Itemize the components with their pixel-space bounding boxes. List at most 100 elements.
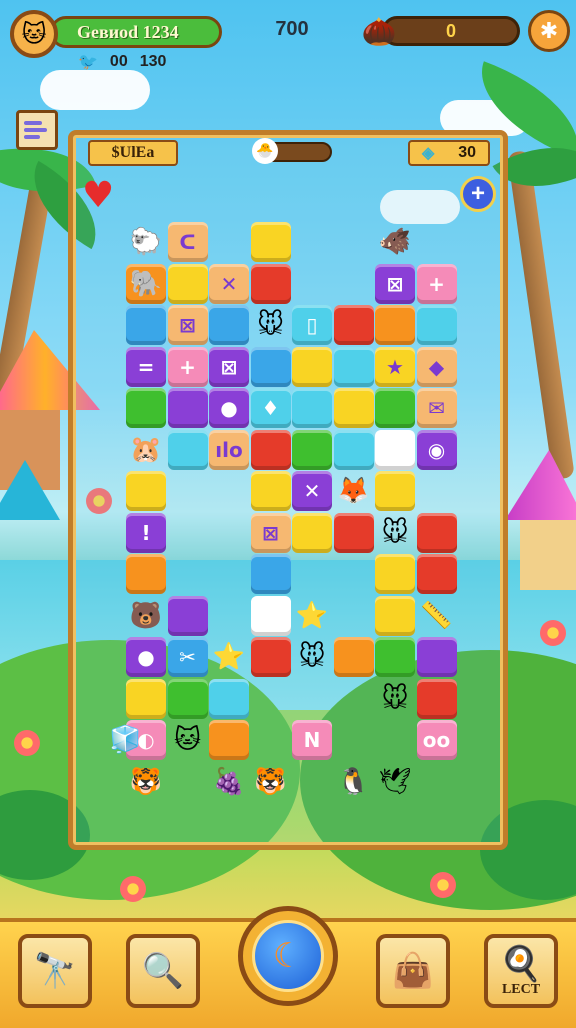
board-tile[interactable]: oo (416, 720, 457, 760)
board-tile[interactable] (416, 512, 457, 553)
board-tile[interactable] (375, 305, 415, 345)
board-tile[interactable] (292, 346, 332, 387)
chef-hat-icon: 🍳 (499, 944, 543, 984)
moves-counter: 🐦 00 130 (78, 52, 166, 72)
board-tile[interactable]: ılo (209, 429, 249, 470)
board-tile[interactable] (209, 305, 249, 345)
board-tile[interactable] (292, 388, 332, 428)
board-tile[interactable] (126, 471, 166, 511)
board-tile[interactable] (292, 429, 332, 470)
board-tile[interactable] (416, 305, 457, 345)
board-tile[interactable] (333, 346, 374, 387)
board-tile[interactable]: ♦ (250, 388, 291, 428)
magnifier-booster-button[interactable]: 🔍 (126, 934, 200, 1008)
board-tile[interactable] (126, 388, 166, 428)
player-avatar[interactable]: 🐱 (10, 10, 58, 58)
board-tile[interactable] (333, 512, 374, 553)
puzzle-gear-icon: ✱ (539, 18, 559, 44)
add-moves-button[interactable]: + (460, 176, 496, 212)
board-tile[interactable] (167, 678, 208, 719)
board-tile[interactable] (292, 512, 332, 553)
board-tile[interactable] (250, 263, 291, 304)
board-tile[interactable] (375, 388, 415, 428)
board-critter[interactable]: ⭐ (209, 637, 249, 677)
board-tile[interactable]: ⊠ (250, 512, 291, 553)
board-tile[interactable] (250, 222, 291, 262)
board-critter[interactable]: 🐗 (375, 222, 415, 262)
board-tile[interactable] (250, 429, 291, 470)
board-tile[interactable]: = (126, 346, 166, 387)
board-tile[interactable]: ⊠ (167, 305, 208, 345)
board-tile[interactable] (375, 595, 415, 636)
board-tile[interactable] (375, 554, 415, 594)
board-tile[interactable] (333, 305, 374, 345)
board-tile[interactable] (416, 554, 457, 594)
board-tile[interactable] (333, 637, 374, 677)
board-critter[interactable]: 🕊 (375, 762, 415, 802)
board-tile[interactable]: ★ (375, 346, 415, 387)
board-tile[interactable] (375, 637, 415, 677)
board-tile[interactable] (333, 388, 374, 428)
board-tile[interactable]: N (292, 720, 332, 760)
board-tile[interactable] (126, 678, 166, 719)
gift-bag-button[interactable]: 👜 (376, 934, 450, 1008)
board-tile[interactable]: ● (126, 637, 166, 677)
board-critter[interactable]: 🍇 (209, 762, 249, 802)
board-tile[interactable]: ⊠ (375, 263, 415, 304)
chef-button[interactable]: 🍳 LECT (484, 934, 558, 1008)
board-tile[interactable] (375, 429, 415, 470)
board-critter[interactable]: 🐑 (126, 222, 166, 262)
coin-value: 0 (445, 20, 456, 41)
settings-button[interactable]: ✱ (528, 10, 570, 52)
board-critter[interactable]: 🐭 (292, 637, 332, 677)
board-critter[interactable]: 🐻 (126, 596, 166, 636)
board-critter[interactable]: ⭐ (292, 596, 332, 636)
board-tile[interactable]: + (416, 263, 457, 304)
board-tile[interactable]: ✂ (167, 637, 208, 677)
board-critter[interactable]: 🧊 (105, 720, 145, 760)
main-play-button[interactable]: ☾ (238, 906, 338, 1006)
telescope-booster-button[interactable]: 🔭 (18, 934, 92, 1008)
board-tile[interactable]: ✉ (416, 388, 457, 428)
board-tile[interactable]: ▯ (292, 305, 332, 345)
board-tile[interactable] (167, 263, 208, 304)
board-tile[interactable]: + (167, 346, 208, 387)
board-tile[interactable]: ᑕ (167, 222, 208, 262)
board-tile[interactable] (209, 720, 249, 760)
board-tile[interactable]: ! (126, 512, 166, 553)
board-critter[interactable]: 🐱 (168, 720, 208, 760)
board-tile[interactable]: ⊠ (209, 346, 249, 387)
board-critter[interactable]: 🐯 (251, 762, 291, 802)
board-tile[interactable] (209, 678, 249, 719)
board-tile[interactable]: ◆ (416, 346, 457, 387)
board-tile[interactable] (167, 429, 208, 470)
board-tile[interactable] (250, 637, 291, 677)
board-tile[interactable] (250, 595, 291, 636)
board-critter[interactable]: 🐧 (334, 762, 374, 802)
board-tile[interactable] (250, 554, 291, 594)
board-tile[interactable] (126, 554, 166, 594)
board-tile[interactable] (416, 678, 457, 719)
board-critter[interactable]: 🐭 (251, 305, 291, 345)
board-critter[interactable]: 🐘 (126, 264, 166, 304)
board-critter[interactable]: 📏 (417, 596, 457, 636)
board-tile[interactable] (167, 388, 208, 428)
board-critter[interactable]: 🦊 (334, 471, 374, 511)
board-tile[interactable] (126, 305, 166, 345)
quest-book-button[interactable] (16, 110, 58, 150)
board-tile[interactable]: ✕ (292, 471, 332, 511)
board-critter[interactable]: 🐯 (126, 762, 166, 802)
board-tile[interactable] (416, 637, 457, 677)
board-tile[interactable]: ● (209, 388, 249, 428)
board-tile[interactable] (167, 595, 208, 636)
board-tile[interactable]: ◉ (416, 429, 457, 470)
board-tile[interactable] (375, 471, 415, 511)
board-critter[interactable]: 🐭 (375, 679, 415, 719)
board-tile[interactable] (333, 429, 374, 470)
heart-icon[interactable]: ♥ (82, 178, 114, 214)
board-critter[interactable]: 🐹 (126, 430, 166, 470)
board-tile[interactable]: ✕ (209, 263, 249, 304)
board-tile[interactable] (250, 471, 291, 511)
board-tile[interactable] (250, 346, 291, 387)
board-critter[interactable]: 🐭 (375, 513, 415, 553)
